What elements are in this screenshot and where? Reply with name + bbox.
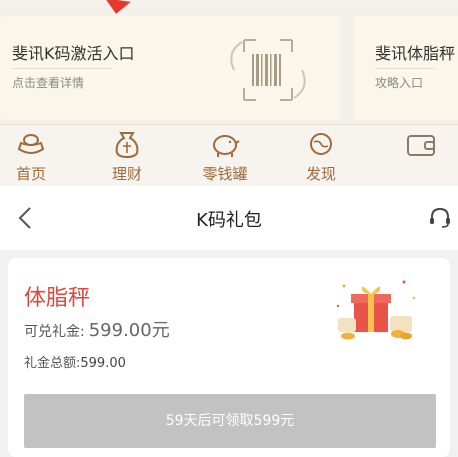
redeem-value: 599.00元 bbox=[88, 320, 170, 341]
barcode-scan-icon bbox=[230, 39, 306, 101]
total-value: 599.00 bbox=[80, 356, 126, 371]
promo-card-kcode[interactable]: 斐讯K码激活入口 点击查看详情 bbox=[0, 16, 340, 120]
promo-title: 斐讯体脂秤 bbox=[375, 44, 456, 63]
nav-item-wallet[interactable] bbox=[386, 125, 456, 187]
promo-subtitle: 点击查看详情 bbox=[12, 76, 85, 90]
nav-item-finance[interactable]: 理财 bbox=[92, 125, 162, 187]
promo-card-scale[interactable]: 斐讯体脂秤 攻略入口 bbox=[354, 16, 458, 120]
headset-icon[interactable] bbox=[428, 206, 452, 230]
nav-label: 理财 bbox=[111, 165, 142, 183]
promo-title: 斐讯K码激活入口 bbox=[12, 44, 135, 63]
gift-card: 体脂秤 可兑礼金: 599.00元 礼金总额:599.00 59天后可领取599元 bbox=[8, 258, 450, 457]
total-row: 礼金总额:599.00 bbox=[24, 352, 126, 371]
bottom-nav: 首页 理财 零钱罐 发现 bbox=[0, 124, 458, 186]
promo-subtitle: 攻略入口 bbox=[375, 76, 424, 90]
top-strip bbox=[0, 0, 458, 14]
nav-label: 零钱罐 bbox=[202, 165, 248, 183]
promo-area: 斐讯K码激活入口 点击查看详情 斐讯体脂秤 攻略入口 bbox=[0, 14, 458, 124]
kcode-gift-page: K码礼包 体脂秤 可兑礼金: 599.00元 礼金总额:599.00 59天后可… bbox=[0, 186, 458, 457]
planet-icon bbox=[310, 133, 332, 155]
nav-item-home[interactable]: 首页 bbox=[0, 125, 66, 187]
money-bag-icon bbox=[115, 132, 139, 159]
gift-title: 体脂秤 bbox=[24, 286, 91, 311]
gift-box-image bbox=[336, 280, 416, 340]
nav-item-discover[interactable]: 发现 bbox=[286, 125, 356, 187]
nav-label: 首页 bbox=[15, 165, 46, 183]
promo-divider bbox=[375, 68, 435, 69]
redeem-label: 可兑礼金: bbox=[24, 324, 85, 340]
promo-divider bbox=[12, 68, 112, 69]
page-header: K码礼包 bbox=[0, 186, 458, 250]
claim-button[interactable]: 59天后可领取599元 bbox=[24, 394, 436, 448]
page-title: K码礼包 bbox=[196, 210, 262, 231]
redeem-row: 可兑礼金: 599.00元 bbox=[24, 316, 170, 342]
piggy-bank-icon bbox=[213, 135, 240, 157]
ingot-icon bbox=[17, 134, 45, 154]
nav-item-piggy[interactable]: 零钱罐 bbox=[190, 125, 260, 187]
total-label: 礼金总额: bbox=[24, 356, 81, 371]
nav-label: 发现 bbox=[305, 165, 336, 183]
wallet-icon bbox=[407, 135, 435, 156]
